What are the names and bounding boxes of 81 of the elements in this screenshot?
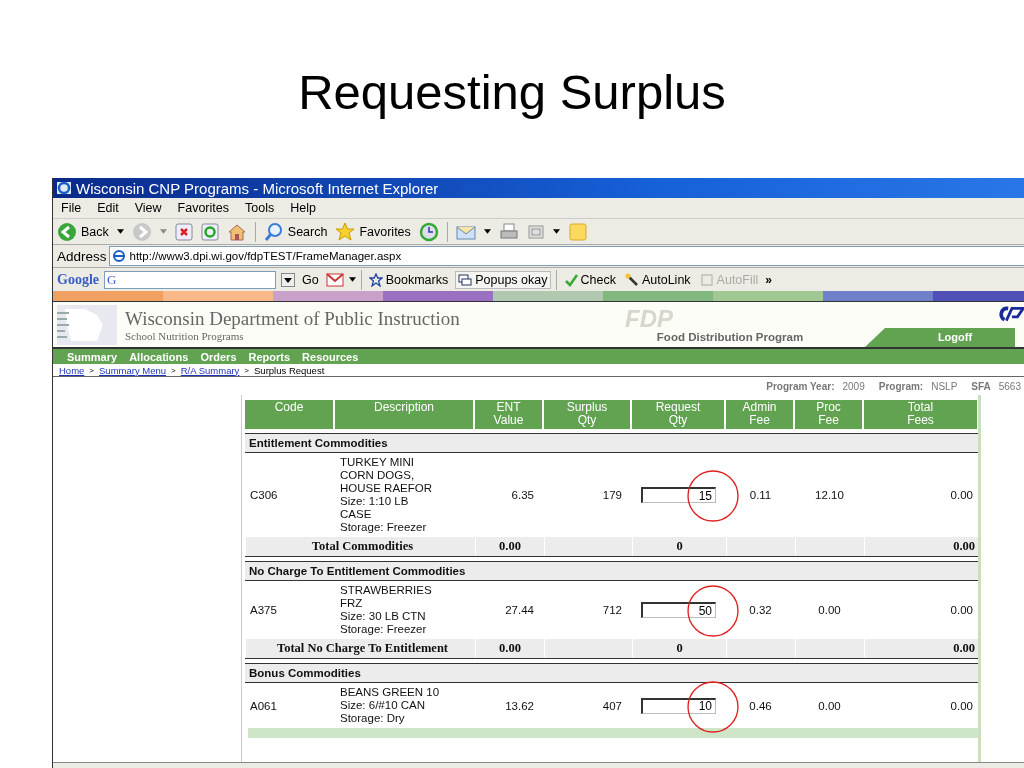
quantity-field[interactable]: 50	[641, 602, 716, 618]
column-header: Total Fees	[864, 400, 977, 429]
total-cell: 0	[632, 639, 726, 658]
table-cell-text: STRAWBERRIES FRZ Size: 30 LB CTN Storage: Freezer	[339, 584, 433, 636]
table-cell-text: 12.10	[814, 489, 845, 501]
menu-item[interactable]: Edit	[97, 201, 119, 215]
column-header: Code	[245, 400, 333, 429]
site-title: Wisconsin Department of Public Instruction	[125, 307, 461, 330]
table-cell-text: C306	[249, 489, 279, 501]
menu-item[interactable]: View	[134, 201, 162, 215]
more-button[interactable]: »	[765, 272, 772, 287]
table-cell-text: 0.00	[949, 699, 974, 712]
table-cell-text: 13.62	[504, 699, 535, 712]
menu-item[interactable]: Help	[290, 201, 316, 215]
breadcrumb-separator: >	[244, 365, 250, 375]
site-subtitle: School Nutrition Programs	[125, 329, 245, 342]
back-button[interactable]: Back	[57, 221, 109, 242]
column-header: Admin Fee	[726, 400, 793, 429]
table-cell-text: 27.44	[504, 604, 535, 616]
total-cell: 0.00	[475, 639, 544, 658]
table-cell-text: 0.00	[817, 604, 842, 616]
column-header: Proc Fee	[795, 400, 862, 429]
column-header: Request Qty	[632, 400, 724, 429]
info-label: SFA	[971, 380, 991, 392]
quantity-field[interactable]: 10	[641, 697, 716, 714]
table-cell-text: BEANS GREEN 10 Size: 6/#10 CAN Storage: Dry	[339, 686, 441, 725]
section-header: Bonus Commodities	[245, 663, 978, 683]
table-cell-text: TURKEY MINI CORN DOGS, HOUSE RAEFOR Size: 1:10 LB CASE Storage: Freezer	[339, 456, 433, 534]
total-cell: 0.00	[864, 537, 977, 556]
table-cell-text: 0.46	[748, 699, 773, 712]
info-label: Program Year:	[766, 380, 835, 392]
bookmarks-button[interactable]: Bookmarks	[366, 271, 451, 288]
info-label: Program:	[878, 380, 924, 392]
total-cell: 0.00	[475, 537, 544, 556]
column-header: Description	[335, 400, 473, 429]
column-header: ENT Value	[475, 400, 542, 429]
info-value: 5663	[998, 380, 1021, 392]
info-value: NSLP	[931, 380, 958, 392]
popups-button[interactable]: Popups okay	[455, 270, 551, 289]
section-header: Entitlement Commodities	[245, 433, 978, 453]
menu-item[interactable]: Tools	[245, 201, 275, 215]
table-cell-text: A375	[249, 604, 278, 616]
address-field[interactable]: http://www3.dpi.wi.gov/fdpTEST/FrameManager.aspx	[108, 246, 1024, 266]
table-cell-text: 0.00	[817, 699, 842, 712]
table-cell-text: 179	[601, 489, 623, 501]
table-cell-text: 0.11	[748, 489, 773, 501]
slide-title: Requesting Surplus	[298, 64, 726, 120]
search-button[interactable]: Search	[263, 221, 328, 242]
breadcrumb-link[interactable]: Summary Menu	[99, 364, 167, 376]
breadcrumb-link[interactable]: R/A Summary	[180, 364, 240, 376]
table-cell-text: 0.00	[949, 489, 974, 501]
autolink-button[interactable]: AutoLink	[622, 271, 693, 288]
info-value: 2009	[842, 380, 865, 392]
table-cell-text: A061	[249, 699, 278, 712]
window-title: Wisconsin CNP Programs - Microsoft Internet Explorer	[76, 179, 439, 197]
table-cell-text: 6.35	[510, 489, 535, 501]
table-cell-text: 0.32	[748, 604, 773, 616]
spell-check-button[interactable]: Check	[561, 271, 618, 288]
quantity-field[interactable]: 15	[641, 487, 716, 503]
favorites-button[interactable]: Favorites	[335, 221, 411, 242]
column-header: Surplus Qty	[544, 400, 630, 429]
google-g-logo: G	[106, 271, 117, 288]
total-cell: 0.00	[864, 639, 977, 658]
section-header: No Charge To Entitlement Commodities	[245, 561, 978, 581]
table-cell-text: 407	[601, 699, 623, 712]
table-cell-text: 712	[601, 604, 623, 616]
program-name: Food Distribution Program	[656, 330, 804, 343]
go-button[interactable]: Go	[300, 271, 321, 288]
address-label: Address	[57, 248, 107, 264]
total-cell: 0	[632, 537, 726, 556]
breadcrumb-separator: >	[171, 365, 176, 375]
breadcrumb-current: Surplus Request	[254, 364, 325, 376]
total-label: Total No Charge To Entitlement	[245, 639, 475, 658]
menu-item[interactable]: File	[61, 201, 82, 215]
breadcrumb-separator: >	[89, 365, 94, 375]
google-logo: Google	[57, 271, 99, 288]
menu-item[interactable]: Favorites	[177, 201, 229, 215]
total-label: Total Commodities	[245, 537, 475, 556]
breadcrumb-link[interactable]: Home	[59, 364, 85, 376]
table-cell-text: 0.00	[949, 604, 974, 616]
search-field[interactable]: G	[104, 270, 276, 289]
